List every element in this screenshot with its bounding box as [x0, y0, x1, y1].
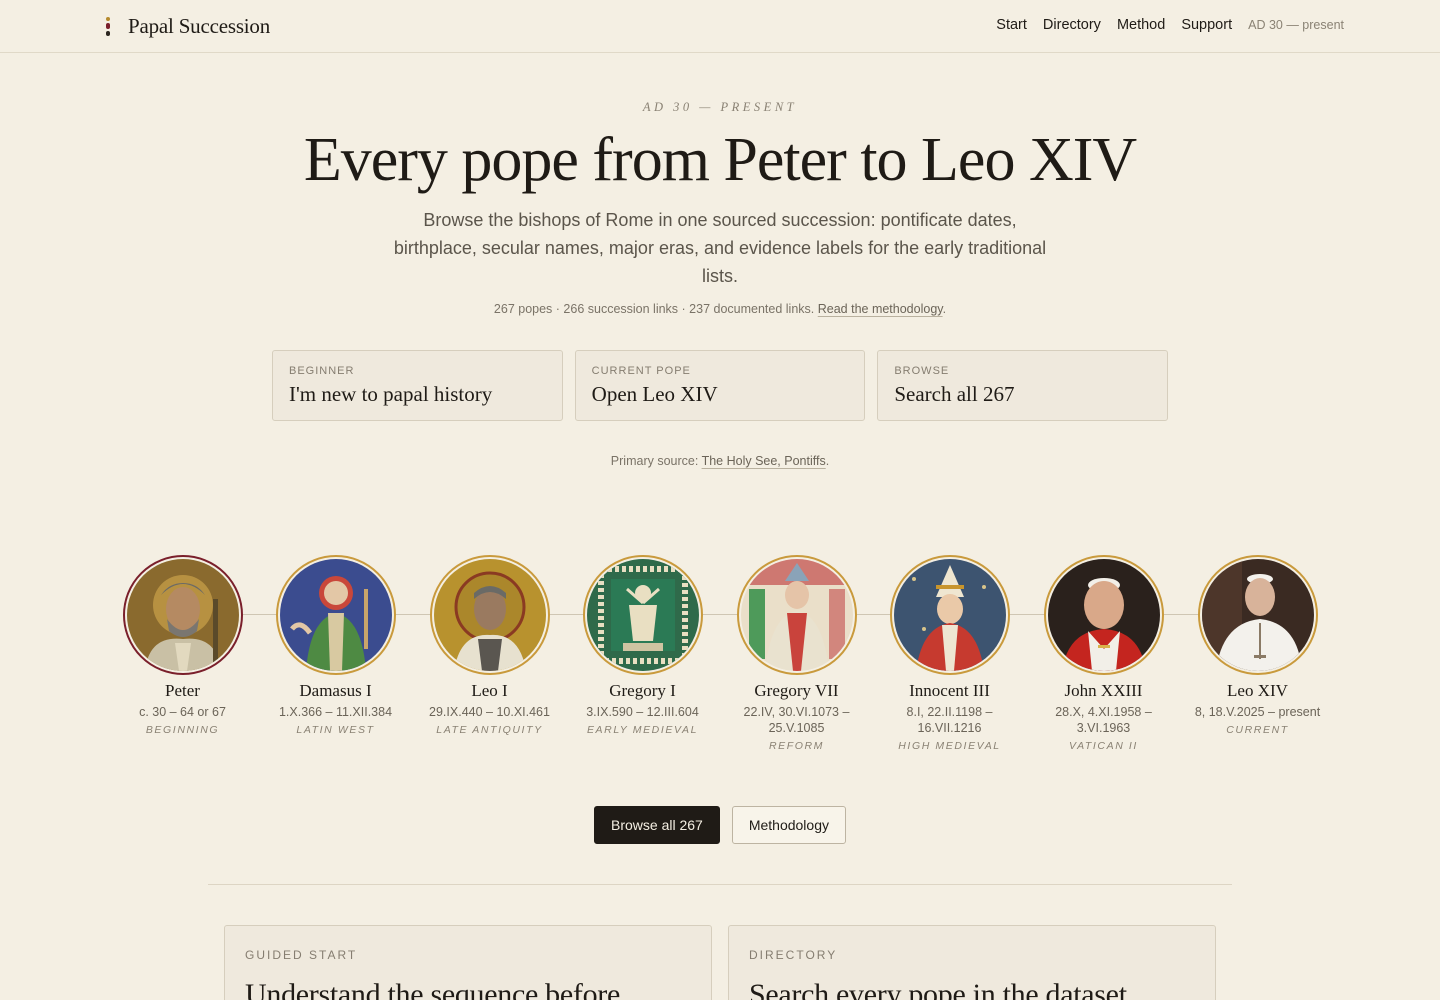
pope-name: Damasus I — [299, 681, 372, 700]
timeline-pope-gregory-i[interactable]: Gregory I 3.IX.590 – 12.III.604 EARLY ME… — [566, 555, 719, 736]
panel-title: Search every pope in the dataset — [749, 978, 1127, 1000]
timeline-pope-gregory-vii[interactable]: Gregory VII 22.IV, 30.VI.1073 – 25.V.108… — [720, 555, 873, 752]
card-label: Search all 267 — [894, 382, 1015, 406]
pope-dates: 28.X, 4.XI.1958 – 3.VI.1963 — [1055, 705, 1152, 735]
pope-timeline: Peter c. 30 – 64 or 67 BEGINNING Damasus… — [106, 555, 1334, 775]
pope-dates: 1.X.366 – 11.XII.384 — [278, 705, 393, 719]
pope-era: REFORM — [768, 740, 825, 752]
panel-kicker: GUIDED START — [245, 948, 358, 962]
page-title: Every pope from Peter to Leo XIV — [303, 126, 1137, 194]
timeline-pope-leo-i[interactable]: Leo I 29.IX.440 – 10.XI.461 LATE ANTIQUI… — [413, 555, 566, 736]
source-end: . — [825, 454, 830, 468]
guided-start-panel[interactable]: GUIDED START Understand the sequence bef… — [224, 925, 712, 1000]
pope-name: Innocent III — [909, 681, 990, 700]
action-buttons: Browse all 267 Methodology — [0, 806, 1440, 844]
pope-name: Gregory I — [609, 681, 676, 700]
pope-dates: 8, 18.V.2025 – present — [1194, 705, 1321, 719]
portrait-leo-i-icon — [429, 555, 550, 675]
methodology-button[interactable]: Methodology — [731, 806, 846, 844]
panel-title: Understand the sequence before — [245, 978, 620, 1000]
pope-era: EARLY MEDIEVAL — [586, 724, 699, 736]
source-prefix: Primary source: — [610, 454, 699, 468]
portrait-peter-mosaic-icon — [122, 555, 243, 675]
card-label: I'm new to papal history — [289, 382, 493, 406]
panel-kicker: DIRECTORY — [749, 948, 838, 962]
stats-end: . — [942, 302, 947, 316]
card-kicker: BROWSE — [894, 365, 950, 377]
pope-dates: 22.IV, 30.VI.1073 – 25.V.1085 — [743, 705, 850, 735]
timeline-pope-damasus-i[interactable]: Damasus I 1.X.366 – 11.XII.384 LATIN WES… — [259, 555, 412, 736]
stats-text: 267 popes · 266 succession links · 237 d… — [493, 302, 815, 316]
methodology-link[interactable]: Read the methodology — [818, 302, 943, 316]
beginner-card[interactable]: BEGINNER I'm new to papal history — [272, 350, 563, 421]
pope-name: Gregory VII — [754, 681, 839, 700]
timeline-pope-peter[interactable]: Peter c. 30 – 64 or 67 BEGINNING — [106, 555, 259, 736]
portrait-leo-xiv-icon — [1197, 555, 1318, 675]
hero-subtitle: Browse the bishops of Rome in one source… — [393, 210, 1047, 286]
pope-era: LATIN WEST — [296, 724, 375, 736]
nav-directory[interactable]: Directory — [1043, 17, 1101, 33]
pope-name: Leo XIV — [1227, 681, 1288, 700]
browse-all-button[interactable]: Browse all 267 — [594, 806, 720, 844]
nav-start[interactable]: Start — [996, 17, 1027, 33]
portrait-innocent-iii-icon — [889, 555, 1010, 675]
card-kicker: CURRENT POPE — [591, 365, 691, 377]
card-kicker: BEGINNER — [289, 365, 355, 377]
main-nav: Start Directory Method Support AD 30 — p… — [980, 17, 1344, 33]
nav-method[interactable]: Method — [1117, 17, 1165, 33]
pope-dates: 8.I, 22.II.1198 – 16.VII.1216 — [906, 705, 993, 735]
browse-card[interactable]: BROWSE Search all 267 — [877, 350, 1169, 421]
card-label: Open Leo XIV — [591, 382, 718, 406]
pope-name: Peter — [165, 681, 200, 700]
feature-panels: GUIDED START Understand the sequence bef… — [224, 925, 1216, 1000]
source-link[interactable]: The Holy See, Pontiffs — [702, 454, 826, 468]
pope-dates: 29.IX.440 – 10.XI.461 — [429, 705, 550, 719]
timeline-pope-innocent-iii[interactable]: Innocent III 8.I, 22.II.1198 – 16.VII.12… — [873, 555, 1026, 752]
pope-era: VATICAN II — [1069, 740, 1138, 752]
timeline-pope-john-xxiii[interactable]: John XXIII 28.X, 4.XI.1958 – 3.VI.1963 V… — [1027, 555, 1180, 752]
rosary-logo-icon — [100, 15, 116, 37]
era-range: AD 30 — present — [1248, 18, 1344, 32]
nav-support[interactable]: Support — [1181, 17, 1232, 33]
timeline-pope-leo-xiv[interactable]: Leo XIV 8, 18.V.2025 – present CURRENT — [1181, 555, 1334, 736]
pope-era: CURRENT — [1226, 724, 1289, 736]
pope-dates: 3.IX.590 – 12.III.604 — [586, 705, 699, 719]
pope-name: Leo I — [471, 681, 508, 700]
pope-era: LATE ANTIQUITY — [436, 724, 543, 736]
entry-cards: BEGINNER I'm new to papal history CURREN… — [272, 350, 1169, 421]
current-pope-card[interactable]: CURRENT POPE Open Leo XIV — [574, 350, 866, 421]
portrait-gregory-vii-icon — [736, 555, 857, 675]
pope-dates: c. 30 – 64 or 67 — [139, 705, 226, 719]
brand[interactable]: Papal Succession — [100, 13, 270, 39]
hero-eyebrow: AD 30 — PRESENT — [642, 100, 798, 114]
pope-era: BEGINNING — [145, 724, 220, 736]
portrait-gregory-i-icon — [582, 555, 703, 675]
top-navigation-bar: Papal Succession Start Directory Method … — [0, 0, 1440, 53]
section-divider — [208, 884, 1232, 885]
portrait-damasus-icon — [275, 555, 396, 675]
pope-name: John XXIII — [1064, 681, 1143, 700]
primary-source: Primary source: The Holy See, Pontiffs. — [0, 454, 1440, 468]
brand-name: Papal Succession — [128, 13, 271, 38]
dataset-stats: 267 popes · 266 succession links · 237 d… — [0, 302, 1440, 316]
directory-panel[interactable]: DIRECTORY Search every pope in the datas… — [728, 925, 1216, 1000]
pope-era: HIGH MEDIEVAL — [898, 740, 1001, 752]
portrait-john-xxiii-icon — [1043, 555, 1164, 675]
